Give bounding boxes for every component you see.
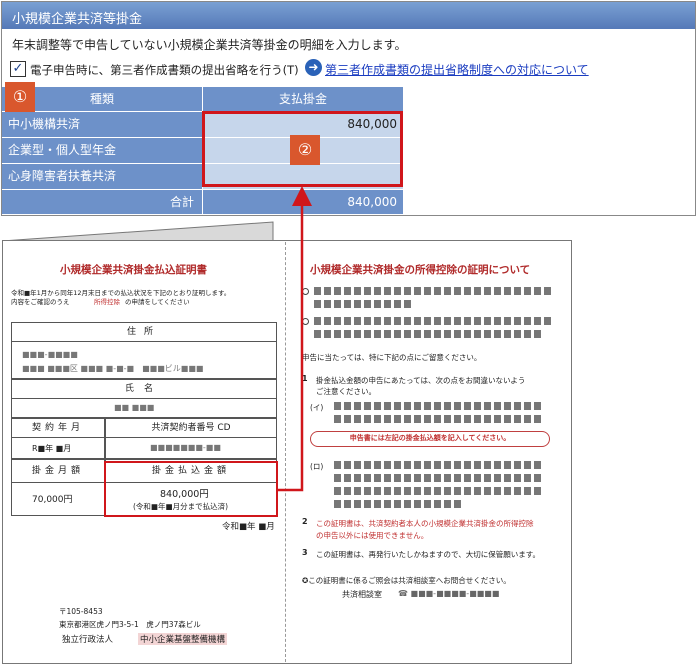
point-3-text: この証明書は、再発行いたしかねますので、大切に保管願います。	[316, 550, 540, 559]
cert-monthly-premium-value: 70,000円	[32, 495, 73, 505]
row-label-disability: 心身障害者扶養共済	[2, 164, 202, 189]
certificate-fold-line	[285, 242, 286, 662]
omit-third-party-docs-label[interactable]: 電子申告時に、第三者作成書類の提出省略を行う(T)	[30, 62, 299, 78]
contact-phone: ☎ ■■■-■■■■-■■■■	[398, 589, 500, 598]
certificate-title: 小規模企業共済掛金払込証明書	[60, 264, 207, 276]
redacted-text	[334, 474, 544, 482]
issuer-address: 東京都港区虎ノ門3-5-1 虎ノ門37森ビル	[59, 620, 201, 629]
omit-third-party-docs-checkbox[interactable]: ✓	[10, 61, 26, 77]
explanation-note: 申告に当たっては、特に下記の点にご留意ください。	[302, 353, 482, 362]
point-1-text-a: 掛金払込金額の申告にあたっては、次の点をお間違いないよう	[316, 376, 526, 385]
cert-monthly-premium-header: 掛金月額	[11, 459, 105, 483]
row-label-smrj: 中小機構共済	[2, 112, 202, 137]
point-2-text-b: の申告以外には使用できません。	[316, 531, 429, 540]
column-header-payment: 支払掛金	[203, 87, 403, 111]
redacted-text	[334, 461, 544, 469]
bullet-circle-icon	[302, 318, 309, 325]
contact-office: 共済相談室	[342, 590, 382, 599]
callout-marker-1: ①	[5, 82, 35, 112]
redacted-text	[334, 402, 544, 410]
redacted-text	[314, 317, 554, 325]
point-3-number: 3	[302, 548, 308, 557]
cert-address-header: 住所	[11, 322, 277, 342]
cert-contract-date-header: 契約年月	[11, 418, 105, 438]
point-1-number: 1	[302, 374, 308, 383]
certificate-fold-tab	[1, 221, 274, 242]
redacted-text	[334, 500, 464, 508]
redacted-text	[314, 300, 414, 308]
cert-address-line-1: ■■■-■■■■	[22, 350, 78, 359]
issuer-org-type: 独立行政法人	[62, 635, 114, 645]
contact-note: ✪この証明書に係るご照会は共済相談室へお問合せください。	[302, 576, 511, 585]
bullet-circle-icon	[302, 288, 309, 295]
arrow-right-circle-icon[interactable]: ➜	[305, 59, 322, 76]
cert-issue-date: 令和■年 ■月	[222, 522, 275, 532]
instruction-pill: 申告書には左記の掛金払込額を記入してください。	[310, 431, 550, 447]
sub-point-ro: (ロ)	[310, 462, 324, 471]
paid-amount-highlight	[104, 461, 278, 517]
cert-name-header: 氏名	[11, 379, 277, 399]
cert-address-line-2: ■■■ ■■■区 ■■■ ■-■-■ ■■■ビル■■■	[22, 364, 204, 373]
redacted-text	[314, 287, 554, 295]
cert-name-value: ■■ ■■■	[114, 403, 155, 412]
redacted-text	[334, 415, 544, 423]
certificate-note-2b: 所得控除	[94, 298, 120, 306]
point-1-text-b: ご注意ください。	[316, 387, 376, 396]
total-value: 840,000	[203, 190, 403, 214]
callout-marker-2: ②	[290, 135, 320, 165]
certificate-note-2c: の申請をしてください	[125, 298, 190, 306]
redacted-text	[334, 487, 544, 495]
point-2-text-a: この証明書は、共済契約者本人の小規模企業共済掛金の所得控除	[316, 519, 534, 528]
cert-member-number-value: ■■■■■■■-■■	[150, 443, 221, 452]
panel-description: 年末調整等で申告していない小規模企業共済等掛金の明細を入力します。	[12, 38, 407, 52]
explanation-title: 小規模企業共済掛金の所得控除の証明について	[310, 264, 531, 276]
cert-member-number-header: 共済契約者番号 CD	[105, 418, 277, 438]
total-label: 合計	[2, 190, 202, 214]
panel-header: 小規模企業共済等掛金	[2, 2, 695, 29]
redacted-text	[314, 330, 544, 338]
third-party-docs-info-link[interactable]: 第三者作成書類の提出省略制度への対応について	[325, 61, 589, 78]
issuer-org-name: 中小企業基盤整備機構	[138, 633, 228, 645]
cert-contract-date-value: R■年 ■月	[32, 444, 72, 453]
point-2-number: 2	[302, 517, 308, 526]
row-label-pension: 企業型・個人型年金	[2, 138, 202, 163]
sub-point-i: (イ)	[310, 403, 324, 412]
issuer-postal-code: 〒105-8453	[59, 607, 103, 616]
certificate-note-2a: 内容をご確認のうえ	[11, 298, 70, 306]
